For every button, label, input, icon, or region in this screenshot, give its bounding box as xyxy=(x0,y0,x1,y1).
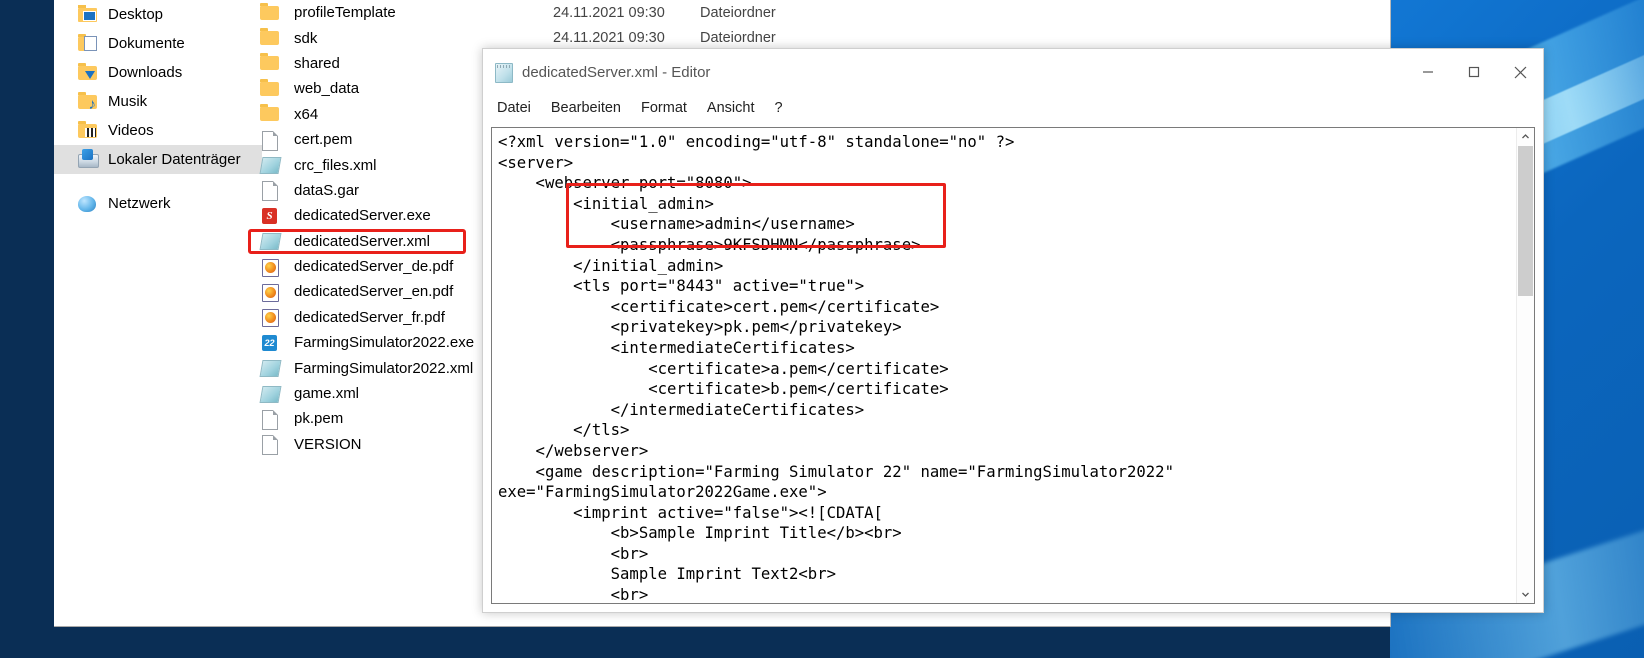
file-name: profileTemplate xyxy=(294,4,396,22)
file-name: FarmingSimulator2022.xml xyxy=(294,359,474,377)
window-controls xyxy=(1405,49,1543,95)
file-name: dedicatedServer_fr.pdf xyxy=(294,308,445,326)
videos-folder-icon xyxy=(76,120,100,141)
folder-icon xyxy=(258,28,284,48)
sidebar-item-label: Downloads xyxy=(108,64,183,81)
file-date: 24.11.2021 09:30 xyxy=(553,30,665,47)
editor-area[interactable]: <?xml version="1.0" encoding="utf-8" sta… xyxy=(491,127,1535,604)
xml-file-icon xyxy=(258,155,284,175)
close-icon[interactable] xyxy=(1497,49,1543,95)
generic-file-icon xyxy=(258,130,284,151)
generic-file-icon xyxy=(258,409,284,430)
sidebar-item-desktop[interactable]: Desktop xyxy=(54,0,240,29)
folder-icon xyxy=(258,104,284,124)
table-row[interactable]: sdk 24.11.2021 09:30 Dateiordner xyxy=(240,25,1390,50)
file-name: dedicatedServer_de.pdf xyxy=(294,258,454,276)
window-title: dedicatedServer.xml - Editor xyxy=(522,63,711,81)
file-type: Dateiordner xyxy=(700,30,776,47)
scrollbar-thumb[interactable] xyxy=(1518,146,1533,296)
xml-text-content[interactable]: <?xml version="1.0" encoding="utf-8" sta… xyxy=(498,132,1510,603)
xml-file-icon xyxy=(258,231,284,251)
table-row[interactable]: profileTemplate 24.11.2021 09:30 Dateior… xyxy=(240,0,1390,25)
sidebar-item-label: Netzwerk xyxy=(108,195,171,212)
file-name: shared xyxy=(294,54,340,72)
menubar: Datei Bearbeiten Format Ansicht ? xyxy=(483,95,1543,121)
sidebar-item-netzwerk[interactable]: Netzwerk xyxy=(54,189,240,218)
navigation-pane: Desktop Dokumente Downloads Musik Videos… xyxy=(54,0,262,626)
xml-file-icon xyxy=(258,358,284,378)
file-name: web_data xyxy=(294,80,360,98)
sidebar-item-label: Lokaler Datenträger xyxy=(108,151,241,168)
file-name: VERSION xyxy=(294,435,362,453)
file-name: sdk xyxy=(294,29,318,47)
file-name: x64 xyxy=(294,105,319,123)
chevron-down-icon[interactable] xyxy=(1517,586,1534,603)
fs22-exe-icon: 22 xyxy=(258,333,284,353)
sidebar-item-downloads[interactable]: Downloads xyxy=(54,58,240,87)
file-type: Dateiordner xyxy=(700,4,776,21)
menu-item-bearbeiten[interactable]: Bearbeiten xyxy=(551,100,621,116)
notepad-window: dedicatedServer.xml - Editor Datei Bearb… xyxy=(482,48,1544,613)
file-name: dedicatedServer.xml xyxy=(294,232,430,250)
sidebar-item-lokaler-datentraeger[interactable]: Lokaler Datenträger xyxy=(54,145,262,174)
generic-file-icon xyxy=(258,434,284,456)
sidebar-item-label: Desktop xyxy=(108,6,164,23)
sidebar-item-dokumente[interactable]: Dokumente xyxy=(54,29,240,58)
sidebar-item-videos[interactable]: Videos xyxy=(54,116,240,145)
file-name: FarmingSimulator2022.exe xyxy=(294,334,475,352)
xml-file-icon xyxy=(258,384,284,404)
file-name: dedicatedServer.exe xyxy=(294,207,431,225)
file-name: cert.pem xyxy=(294,131,353,149)
sidebar-item-label: Musik xyxy=(108,93,148,110)
folder-icon xyxy=(258,53,284,73)
folder-icon xyxy=(258,78,284,99)
folder-icon xyxy=(258,2,284,23)
chevron-up-icon[interactable] xyxy=(1517,128,1534,145)
documents-folder-icon xyxy=(76,33,100,54)
exe-file-icon: S xyxy=(258,206,284,226)
local-disk-icon xyxy=(76,148,100,170)
menu-item-format[interactable]: Format xyxy=(641,100,687,116)
pdf-file-icon xyxy=(258,282,284,302)
music-folder-icon xyxy=(76,91,100,112)
vertical-scrollbar[interactable] xyxy=(1516,128,1534,603)
minimize-icon[interactable] xyxy=(1405,49,1451,95)
file-name: dedicatedServer_en.pdf xyxy=(294,283,454,301)
network-icon xyxy=(76,194,100,214)
menu-item-datei[interactable]: Datei xyxy=(497,100,531,116)
pdf-file-icon xyxy=(258,307,284,328)
file-name: game.xml xyxy=(294,385,360,403)
file-date: 24.11.2021 09:30 xyxy=(553,4,665,21)
file-name: pk.pem xyxy=(294,410,344,428)
desktop-folder-icon xyxy=(76,4,100,25)
generic-file-icon xyxy=(258,180,284,202)
notepad-icon xyxy=(495,62,513,83)
downloads-folder-icon xyxy=(76,62,100,83)
file-name: dataS.gar xyxy=(294,181,360,199)
sidebar-item-label: Dokumente xyxy=(108,35,185,52)
sidebar-item-label: Videos xyxy=(108,122,154,139)
pdf-file-icon xyxy=(258,257,284,277)
maximize-icon[interactable] xyxy=(1451,49,1497,95)
file-name: crc_files.xml xyxy=(294,156,377,174)
titlebar: dedicatedServer.xml - Editor xyxy=(483,49,1543,95)
menu-item-ansicht[interactable]: Ansicht xyxy=(707,100,755,116)
sidebar-item-musik[interactable]: Musik xyxy=(54,87,240,116)
menu-item-help[interactable]: ? xyxy=(774,100,782,116)
